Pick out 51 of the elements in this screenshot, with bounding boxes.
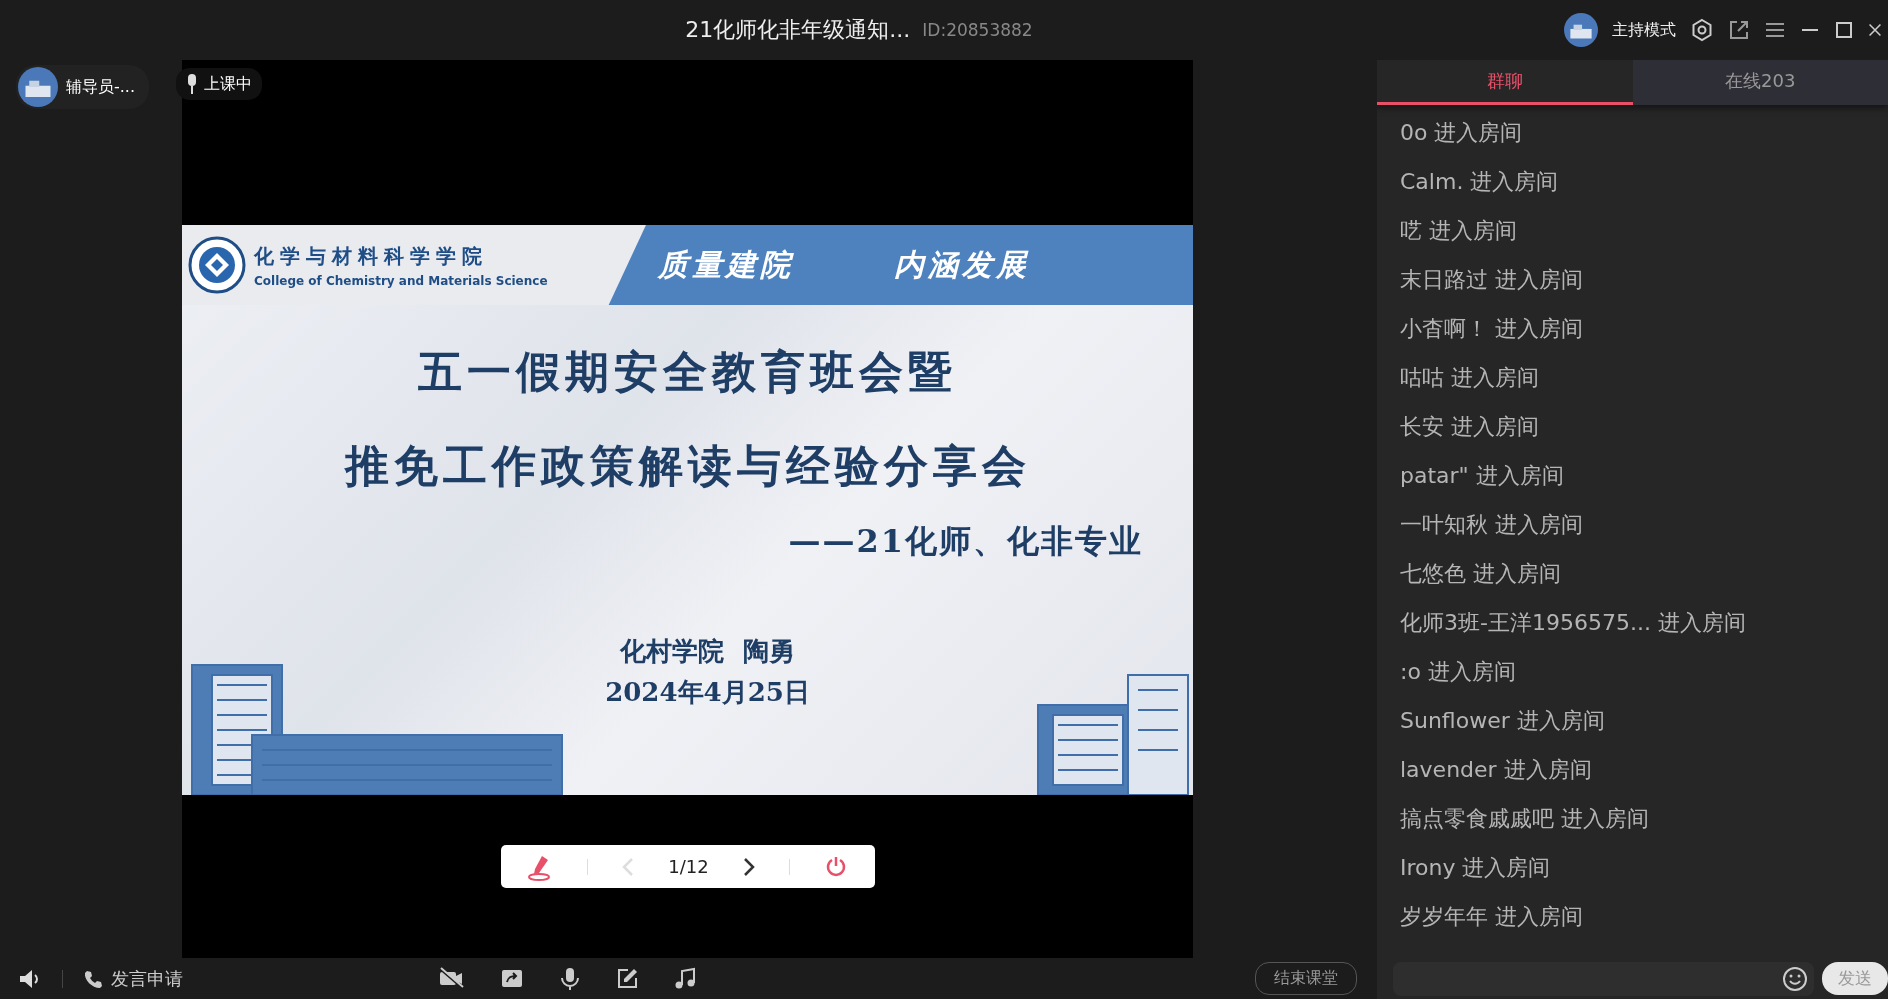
slide-subtitle: ——21化师、化非专业 [788,521,1143,562]
chat-message: 咕咕 进入房间 [1400,364,1540,392]
college-logo [188,236,246,294]
slide-author: 化村学院 陶勇 [620,635,795,668]
maximize-icon[interactable] [1834,20,1854,40]
chat-message: 搞点零食戚戚吧 进入房间 [1400,805,1650,833]
chat-message: 长安 进入房间 [1400,413,1540,441]
chat-message: lavender 进入房间 [1400,756,1593,784]
presenter-avatar [18,67,58,107]
class-status-label: 上课中 [204,73,252,95]
meeting-title: 21化师化非年级通知... [685,16,911,44]
chat-message: :o 进入房间 [1400,658,1517,686]
slide-title: 五一假期安全教育班会暨 [418,350,957,394]
chat-message: 0o 进入房间 [1400,119,1524,147]
presenter-name: 辅导员-... [66,76,136,98]
chat-tab[interactable]: 在线203 [1632,60,1888,105]
speak-request-button[interactable]: 发言申请 [83,966,183,991]
host-avatar [1564,13,1598,47]
slide-motto: 内涵发展 [894,245,1030,284]
chat-message: 岁岁年年 进入房间 [1400,903,1584,931]
chat-message: 末日路过 进入房间 [1400,266,1584,294]
microphone-icon[interactable] [560,966,580,991]
college-name-english: College of Chemistry and Materials Science [254,273,548,288]
settings-icon[interactable] [1690,18,1714,42]
phone-icon [83,968,103,989]
chat-tab[interactable]: 群聊 [1377,60,1633,105]
chat-message: 一叶知秋 进入房间 [1400,511,1584,539]
chat-message: 化师3班-王洋1956575... 进入房间 [1400,609,1747,637]
external-link-icon[interactable] [1728,19,1750,41]
chat-message: Sunflower 进入房间 [1400,707,1606,735]
camera-off-icon[interactable] [438,966,464,989]
next-page-icon[interactable] [742,856,757,877]
chat-message: 呓 进入房间 [1400,217,1518,245]
room-id: ID:20853882 [922,20,1033,40]
edit-icon[interactable] [616,966,638,989]
slide-motto: 质量建院 [658,245,794,284]
end-class-button[interactable]: 结束课堂 [1255,962,1357,995]
college-name: 化学与材料科学学院 [254,242,489,270]
chat-message: Irony 进入房间 [1400,854,1552,882]
music-note-icon[interactable] [674,966,696,991]
chat-message: Calm. 进入房间 [1400,168,1560,196]
page-indicator: 1/12 [668,856,709,877]
slide-title: 推免工作政策解读与经验分享会 [344,444,1031,488]
chat-message: patar" 进入房间 [1400,462,1565,490]
chat-message: 小杳啊！ 进入房间 [1400,315,1584,343]
emoji-icon[interactable] [1782,965,1808,992]
slide-date: 2024年4月25日 [605,676,810,709]
host-mode-label[interactable]: 主持模式 [1612,19,1676,41]
chat-message: 七悠色 进入房间 [1400,560,1562,588]
chat-input-field[interactable] [1393,961,1814,996]
microphone-icon [186,73,198,95]
